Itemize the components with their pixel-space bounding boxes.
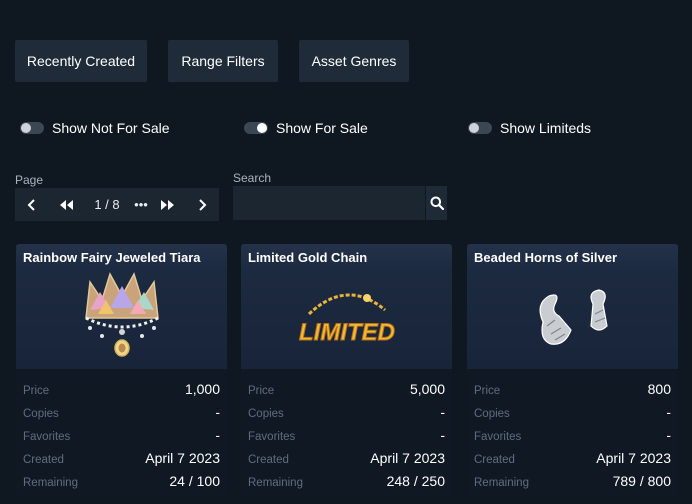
copies-value: - — [440, 404, 445, 420]
asset-genres-button[interactable]: Asset Genres — [299, 40, 409, 82]
created-label: Created — [248, 454, 289, 466]
double-chevron-left-icon — [60, 199, 73, 210]
remaining-value: 789 / 800 — [612, 473, 671, 489]
favorites-label: Favorites — [474, 431, 522, 443]
favorites-value: - — [666, 427, 671, 443]
created-row: Created April 7 2023 — [23, 443, 220, 466]
copies-label: Copies — [23, 408, 59, 420]
remaining-label: Remaining — [474, 477, 529, 489]
created-value: April 7 2023 — [370, 450, 445, 466]
item-name: Limited Gold Chain — [248, 250, 368, 265]
created-label: Created — [474, 454, 515, 466]
price-row: Price 1,000 — [23, 374, 220, 397]
prev-page-button[interactable] — [15, 188, 49, 221]
search-label: Search — [233, 171, 272, 185]
search-button[interactable] — [425, 186, 447, 220]
favorites-value: - — [215, 427, 220, 443]
toggle-label: Show For Sale — [276, 120, 368, 136]
item-details: Price 5,000 Copies - Favorites - Created Apr… — [241, 369, 452, 489]
created-value: April 7 2023 — [596, 450, 671, 466]
first-page-button[interactable] — [49, 188, 83, 221]
price-label: Price — [23, 385, 50, 397]
favorites-row: Favorites - — [474, 420, 671, 443]
item-name: Rainbow Fairy Jeweled Tiara — [23, 250, 201, 265]
created-row: Created April 7 2023 — [248, 443, 445, 466]
copies-row: Copies - — [23, 397, 220, 420]
recently-created-button[interactable]: Recently Created — [15, 40, 147, 82]
price-label: Price — [474, 385, 501, 397]
item-name: Beaded Horns of Silver — [474, 250, 618, 265]
double-chevron-right-icon — [161, 199, 174, 210]
show-for-sale-toggle[interactable]: Show For Sale — [244, 118, 368, 138]
chevron-left-icon — [27, 198, 35, 211]
item-card[interactable]: Rainbow Fairy Jeweled Tiara Price 1,000 C… — [16, 244, 227, 497]
copies-label: Copies — [248, 408, 284, 420]
item-card[interactable]: Limited Gold Chain LIMITED Price 5,000 Co… — [241, 244, 452, 497]
remaining-value: 24 / 100 — [169, 473, 220, 489]
price-value: 800 — [647, 381, 671, 397]
remaining-label: Remaining — [23, 477, 78, 489]
price-value: 5,000 — [409, 381, 445, 397]
price-row: Price 800 — [474, 374, 671, 397]
remaining-row: Remaining 248 / 250 — [248, 466, 445, 489]
search-icon — [430, 196, 444, 210]
current-page: 1 / 8 — [94, 197, 120, 212]
more-pages-button[interactable]: ••• — [131, 197, 151, 212]
range-filters-button[interactable]: Range Filters — [168, 40, 278, 82]
last-page-button[interactable] — [151, 188, 185, 221]
copies-row: Copies - — [474, 397, 671, 420]
price-row: Price 5,000 — [248, 374, 445, 397]
created-label: Created — [23, 454, 64, 466]
copies-row: Copies - — [248, 397, 445, 420]
remaining-row: Remaining 24 / 100 — [23, 466, 220, 489]
next-page-button[interactable] — [185, 188, 219, 221]
favorites-row: Favorites - — [248, 420, 445, 443]
created-row: Created April 7 2023 — [474, 443, 671, 466]
toggle-label: Show Limiteds — [500, 120, 592, 136]
item-thumbnail: Limited Gold Chain LIMITED — [241, 244, 452, 369]
created-value: April 7 2023 — [145, 450, 220, 466]
item-details: Price 1,000 Copies - Favorites - Created Apr… — [16, 369, 227, 489]
show-not-for-sale-toggle[interactable]: Show Not For Sale — [20, 118, 170, 138]
price-value: 1,000 — [184, 381, 220, 397]
favorites-label: Favorites — [23, 431, 71, 443]
limited-text: LIMITED — [299, 319, 395, 346]
chevron-right-icon — [199, 198, 207, 211]
favorites-label: Favorites — [248, 431, 296, 443]
gold-chain-icon: LIMITED — [298, 293, 395, 347]
search-box — [233, 186, 447, 220]
show-limiteds-toggle[interactable]: Show Limiteds — [468, 118, 591, 138]
tiara-icon — [84, 272, 159, 357]
price-label: Price — [248, 385, 275, 397]
pagination: 1 / 8 ••• — [15, 188, 219, 221]
favorites-value: - — [440, 427, 445, 443]
toggle-switch[interactable] — [20, 122, 44, 134]
copies-label: Copies — [474, 408, 510, 420]
copies-value: - — [215, 404, 220, 420]
favorites-row: Favorites - — [23, 420, 220, 443]
toggle-switch[interactable] — [244, 122, 268, 134]
remaining-value: 248 / 250 — [386, 473, 445, 489]
toggle-label: Show Not For Sale — [52, 120, 170, 136]
toggle-switch[interactable] — [468, 122, 492, 134]
item-card[interactable]: Beaded Horns of Silver Price 800 Copies - … — [467, 244, 678, 497]
silver-horns-icon — [538, 289, 608, 345]
item-thumbnail: Rainbow Fairy Jeweled Tiara — [16, 244, 227, 369]
item-thumbnail: Beaded Horns of Silver — [467, 244, 678, 369]
page-label: Page — [15, 173, 44, 187]
remaining-label: Remaining — [248, 477, 303, 489]
item-details: Price 800 Copies - Favorites - Created April… — [467, 369, 678, 489]
search-input[interactable] — [233, 186, 425, 220]
copies-value: - — [666, 404, 671, 420]
remaining-row: Remaining 789 / 800 — [474, 466, 671, 489]
